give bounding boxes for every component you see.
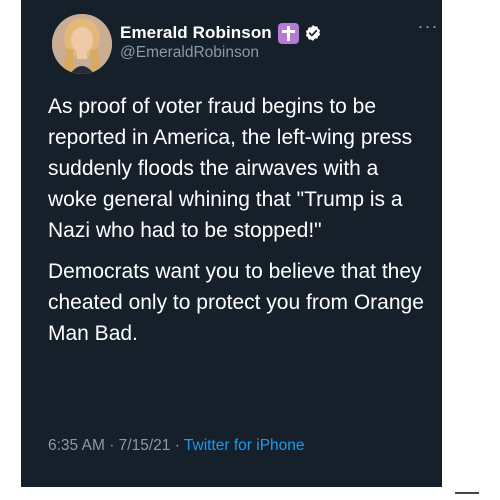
tweet-text: As proof of voter fraud begins to be rep… bbox=[48, 91, 428, 359]
avatar-image bbox=[52, 14, 112, 74]
meta-separator: · bbox=[109, 437, 115, 454]
handle[interactable]: @EmeraldRobinson bbox=[120, 44, 259, 62]
tweet-paragraph: Democrats want you to believe that they … bbox=[48, 260, 424, 345]
cross-icon bbox=[277, 22, 299, 44]
tweet-card: Emerald Robinson @EmeraldRobinson ··· As… bbox=[21, 0, 442, 487]
display-name[interactable]: Emerald Robinson bbox=[120, 23, 272, 43]
meta-separator: · bbox=[174, 437, 180, 454]
tweet-time[interactable]: 6:35 AM bbox=[48, 437, 105, 454]
verified-badge-icon bbox=[305, 25, 320, 41]
tweet-paragraph: As proof of voter fraud begins to be rep… bbox=[48, 95, 413, 242]
tweet-meta: 6:35 AM · 7/15/21 · Twitter for iPhone bbox=[48, 437, 305, 455]
divider bbox=[455, 492, 479, 494]
tweet-date[interactable]: 7/15/21 bbox=[119, 437, 171, 454]
avatar[interactable] bbox=[52, 14, 112, 74]
tweet-source-link[interactable]: Twitter for iPhone bbox=[184, 437, 305, 454]
author-row: Emerald Robinson bbox=[120, 22, 322, 44]
more-options-icon[interactable]: ··· bbox=[416, 17, 440, 36]
